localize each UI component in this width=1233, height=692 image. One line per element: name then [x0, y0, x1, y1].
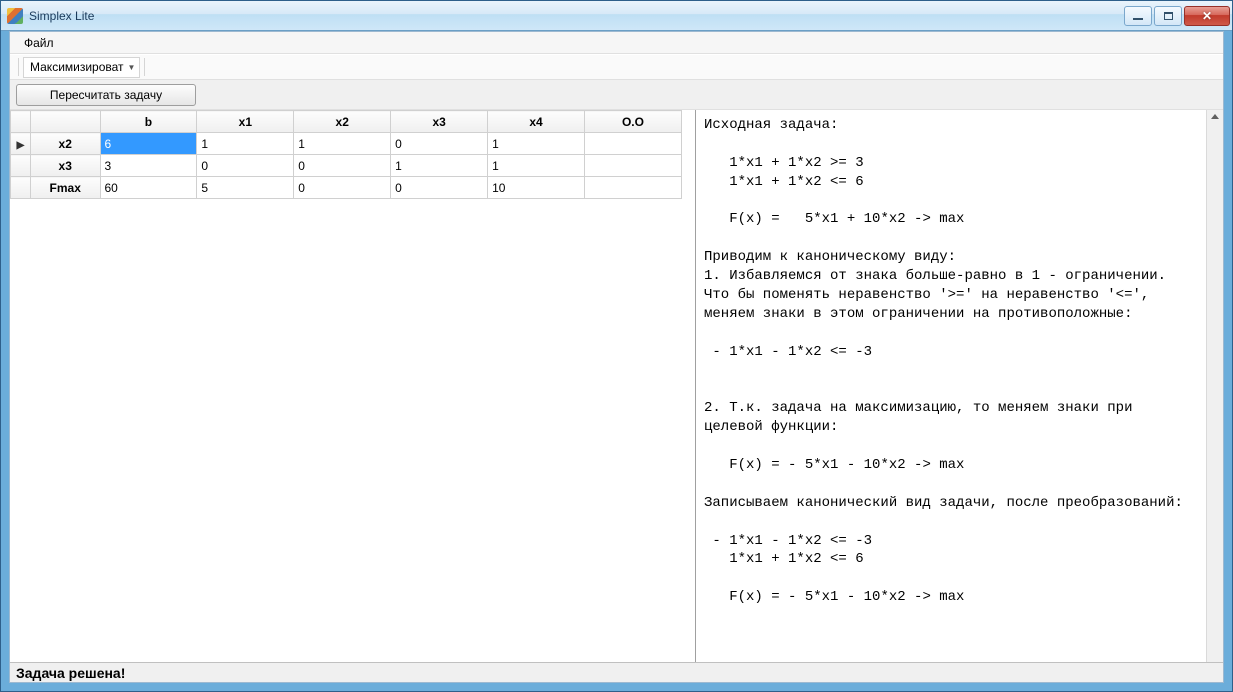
row-name: x2: [30, 133, 100, 155]
header-x2[interactable]: x2: [294, 111, 391, 133]
cell-x3[interactable]: 1: [391, 155, 488, 177]
header-x4[interactable]: x4: [488, 111, 585, 133]
cell-b[interactable]: 60: [100, 177, 197, 199]
chevron-down-icon: ▼: [128, 63, 136, 72]
scroll-up-icon: [1211, 114, 1219, 119]
minimize-button[interactable]: [1124, 6, 1152, 26]
row-indicator: [11, 155, 31, 177]
output-textarea[interactable]: Исходная задача: 1*x1 + 1*x2 >= 3 1*x1 +…: [696, 110, 1206, 662]
optimize-mode-value: Максимизироват: [30, 60, 124, 74]
cell-b[interactable]: 3: [100, 155, 197, 177]
table-row[interactable]: ▶ x2 6 1 1 0 1: [11, 133, 682, 155]
header-rowname: [30, 111, 100, 133]
cell-b[interactable]: 6: [100, 133, 197, 155]
header-indicator: [11, 111, 31, 133]
menu-file[interactable]: Файл: [18, 34, 60, 52]
cell-x3[interactable]: 0: [391, 133, 488, 155]
cell-x4[interactable]: 1: [488, 133, 585, 155]
cell-x4[interactable]: 1: [488, 155, 585, 177]
cell-x3[interactable]: 0: [391, 177, 488, 199]
cell-x1[interactable]: 0: [197, 155, 294, 177]
status-text: Задача решена!: [16, 665, 125, 681]
header-x3[interactable]: x3: [391, 111, 488, 133]
titlebar: Simplex Lite ✕: [1, 1, 1232, 31]
close-icon: ✕: [1202, 9, 1212, 23]
grid-panel: b x1 x2 x3 x4 О.О ▶ x2 6 1: [10, 110, 696, 662]
menubar: Файл: [10, 32, 1223, 54]
cell-oo[interactable]: [584, 177, 681, 199]
toolbar-separator: [18, 58, 19, 76]
app-icon: [7, 8, 23, 24]
cell-oo[interactable]: [584, 133, 681, 155]
table-row[interactable]: x3 3 0 0 1 1: [11, 155, 682, 177]
cell-x2[interactable]: 0: [294, 155, 391, 177]
row-name: x3: [30, 155, 100, 177]
row-indicator-icon: ▶: [17, 140, 25, 151]
cell-x2[interactable]: 0: [294, 177, 391, 199]
cell-x1[interactable]: 5: [197, 177, 294, 199]
toolbar-separator-2: [144, 58, 145, 76]
header-b[interactable]: b: [100, 111, 197, 133]
content-area: b x1 x2 x3 x4 О.О ▶ x2 6 1: [10, 110, 1223, 662]
cell-x1[interactable]: 1: [197, 133, 294, 155]
statusbar: Задача решена!: [10, 662, 1223, 682]
recalculate-button[interactable]: Пересчитать задачу: [16, 84, 196, 106]
simplex-table[interactable]: b x1 x2 x3 x4 О.О ▶ x2 6 1: [10, 110, 682, 199]
row-name: Fmax: [30, 177, 100, 199]
close-button[interactable]: ✕: [1184, 6, 1230, 26]
window-controls: ✕: [1122, 6, 1230, 26]
output-panel: Исходная задача: 1*x1 + 1*x2 >= 3 1*x1 +…: [696, 110, 1223, 662]
maximize-button[interactable]: [1154, 6, 1182, 26]
cell-x2[interactable]: 1: [294, 133, 391, 155]
output-scrollbar[interactable]: [1206, 110, 1223, 662]
row-indicator: [11, 177, 31, 199]
optimize-mode-dropdown[interactable]: Максимизироват ▼: [23, 57, 140, 78]
cell-x4[interactable]: 10: [488, 177, 585, 199]
app-window: Simplex Lite ✕ Файл Максимизироват ▼ Пер…: [0, 0, 1233, 692]
client-area: Файл Максимизироват ▼ Пересчитать задачу: [9, 31, 1224, 683]
table-row[interactable]: Fmax 60 5 0 0 10: [11, 177, 682, 199]
cell-oo[interactable]: [584, 155, 681, 177]
table-header-row: b x1 x2 x3 x4 О.О: [11, 111, 682, 133]
toolbar-primary: Максимизироват ▼: [10, 54, 1223, 80]
maximize-icon: [1164, 12, 1173, 20]
row-indicator: ▶: [11, 133, 31, 155]
toolbar-secondary: Пересчитать задачу: [10, 80, 1223, 110]
minimize-icon: [1133, 18, 1143, 20]
header-x1[interactable]: x1: [197, 111, 294, 133]
header-oo[interactable]: О.О: [584, 111, 681, 133]
window-title: Simplex Lite: [29, 9, 1122, 23]
